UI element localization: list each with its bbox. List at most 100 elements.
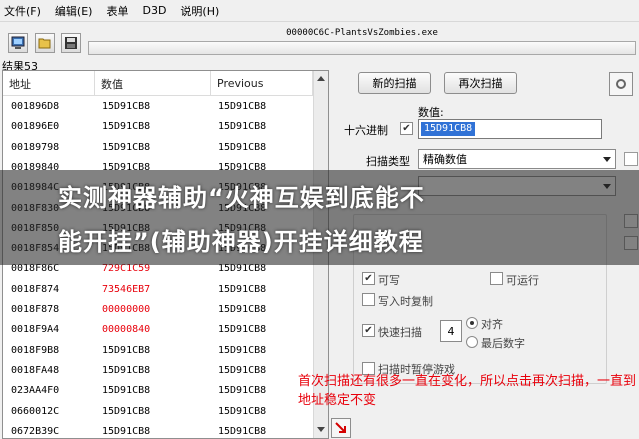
progress-bar xyxy=(88,41,636,55)
floppy-disk-icon xyxy=(65,37,77,49)
row-address: 0018F874 xyxy=(11,283,60,295)
row-address: 001896E0 xyxy=(11,121,60,133)
result-row[interactable]: 0018F9A4 00000840 15D91CB8 xyxy=(3,320,313,340)
add-address-button[interactable] xyxy=(331,418,351,438)
row-address: 0018FA48 xyxy=(11,364,60,376)
next-scan-button[interactable]: 再次扫描 xyxy=(444,72,517,94)
row-value: 00000000 xyxy=(102,304,151,315)
row-previous: 15D91CB8 xyxy=(218,141,267,153)
row-value: 15D91CB8 xyxy=(102,121,151,133)
row-value: 729C1C59 xyxy=(102,263,151,275)
menu-help[interactable]: 说明(H) xyxy=(180,3,219,19)
result-row[interactable]: 0018FA48 15D91CB8 15D91CB8 xyxy=(3,361,313,381)
value-label: 数值: xyxy=(418,106,444,119)
row-previous: 15D91CB8 xyxy=(218,364,267,376)
row-address: 0018F9B8 xyxy=(11,344,60,356)
row-value: 15D91CB8 xyxy=(102,405,151,417)
executable-checkbox[interactable] xyxy=(490,272,503,285)
hex-checkbox[interactable] xyxy=(400,122,413,135)
scroll-down-arrow-icon[interactable] xyxy=(317,427,325,432)
row-value: 73546EB7 xyxy=(102,283,151,295)
row-value: 15D91CB8 xyxy=(102,385,151,397)
row-previous: 15D91CB8 xyxy=(218,405,267,417)
align-radio[interactable] xyxy=(466,317,478,329)
open-file-button[interactable] xyxy=(35,33,55,53)
row-address: 0018F878 xyxy=(11,304,60,315)
menu-d3d[interactable]: D3D xyxy=(142,4,166,17)
scroll-up-arrow-icon[interactable] xyxy=(317,76,325,81)
last-digits-radio[interactable] xyxy=(466,336,478,348)
scan-type-value: 精确数值 xyxy=(423,153,467,166)
overlay-title-line-1: 实测神器辅助“火神互娱到底能不 xyxy=(58,184,425,212)
row-previous: 15D91CB8 xyxy=(218,425,267,437)
copy-on-write-label: 写入时复制 xyxy=(378,295,433,308)
row-address: 001896D8 xyxy=(11,101,60,112)
process-title: 00000C6C-PlantsVsZombies.exe xyxy=(286,28,438,38)
result-row[interactable]: 001896D8 15D91CB8 15D91CB8 xyxy=(3,97,313,117)
computer-icon xyxy=(11,36,25,49)
value-input[interactable]: 15D91CB8 xyxy=(418,119,602,139)
overlay-title-line-2: 能开挂”(辅助神器)开挂详细教程 xyxy=(58,228,424,256)
result-row[interactable]: 0018F874 73546EB7 15D91CB8 xyxy=(3,280,313,300)
result-row[interactable]: 00189798 15D91CB8 15D91CB8 xyxy=(3,138,313,158)
result-row[interactable]: 0672B39C 15D91CB8 15D91CB8 xyxy=(3,422,313,439)
menu-bar: 文件(F) 编辑(E) 表单 D3D 说明(H) xyxy=(0,0,639,22)
executable-label: 可运行 xyxy=(506,274,539,287)
side-checkbox-1[interactable] xyxy=(624,152,638,166)
row-previous: 15D91CB8 xyxy=(218,385,267,397)
row-value: 15D91CB8 xyxy=(102,425,151,437)
row-previous: 15D91CB8 xyxy=(218,324,267,336)
column-header-previous[interactable]: Previous xyxy=(211,71,313,96)
align-label: 对齐 xyxy=(481,318,503,331)
settings-button[interactable] xyxy=(609,72,633,96)
row-address: 0018F9A4 xyxy=(11,324,60,336)
annotation-note: 首次扫描还有很多一直在变化，所以点击再次扫描，一直到地址稳定不变 xyxy=(298,374,637,408)
row-address: 023AA4F0 xyxy=(11,385,60,397)
fast-scan-label: 快速扫描 xyxy=(378,326,422,339)
row-value: 15D91CB8 xyxy=(102,364,151,376)
result-row[interactable]: 023AA4F0 15D91CB8 15D91CB8 xyxy=(3,381,313,401)
result-row[interactable]: 001896E0 15D91CB8 15D91CB8 xyxy=(3,117,313,137)
row-address: 0660012C xyxy=(11,405,60,417)
open-process-button[interactable] xyxy=(8,33,28,53)
scan-type-label: 扫描类型 xyxy=(366,155,410,168)
chevron-down-icon xyxy=(603,157,611,162)
menu-file[interactable]: 文件(F) xyxy=(4,3,41,19)
settings-icon xyxy=(616,79,626,89)
row-address: 00189798 xyxy=(11,141,60,153)
result-row[interactable]: 0660012C 15D91CB8 15D91CB8 xyxy=(3,402,313,422)
writable-label: 可写 xyxy=(378,274,400,287)
hex-label: 十六进制 xyxy=(344,124,388,137)
row-previous: 15D91CB8 xyxy=(218,304,267,315)
fast-scan-alignment-input[interactable]: 4 xyxy=(440,320,462,342)
row-value: 00000840 xyxy=(102,324,151,336)
row-previous: 15D91CB8 xyxy=(218,101,267,112)
row-address: 0018F86C xyxy=(11,263,60,275)
row-value: 15D91CB8 xyxy=(102,344,151,356)
column-header-address[interactable]: 地址 xyxy=(3,71,95,96)
row-value: 15D91CB8 xyxy=(102,101,151,112)
red-arrow-icon xyxy=(335,422,346,433)
column-header-value[interactable]: 数值 xyxy=(95,71,211,96)
result-row[interactable]: 0018F9B8 15D91CB8 15D91CB8 xyxy=(3,341,313,361)
menu-edit[interactable]: 编辑(E) xyxy=(55,3,93,19)
last-digits-label: 最后数字 xyxy=(481,337,525,350)
results-header: 地址 数值 Previous xyxy=(3,71,313,96)
value-input-text: 15D91CB8 xyxy=(421,122,476,136)
menu-table[interactable]: 表单 xyxy=(106,3,128,19)
row-previous: 15D91CB8 xyxy=(218,344,267,356)
row-value: 15D91CB8 xyxy=(102,141,151,153)
row-address: 0672B39C xyxy=(11,425,60,437)
copy-on-write-checkbox[interactable] xyxy=(362,293,375,306)
result-row[interactable]: 0018F878 00000000 15D91CB8 xyxy=(3,300,313,320)
toolbar: 00000C6C-PlantsVsZombies.exe xyxy=(0,24,639,58)
row-previous: 15D91CB8 xyxy=(218,121,267,133)
row-previous: 15D91CB8 xyxy=(218,263,267,275)
row-previous: 15D91CB8 xyxy=(218,283,267,295)
save-button[interactable] xyxy=(61,33,81,53)
fast-scan-checkbox[interactable] xyxy=(362,324,375,337)
folder-open-icon xyxy=(38,38,51,49)
new-scan-button[interactable]: 新的扫描 xyxy=(358,72,431,94)
writable-checkbox[interactable] xyxy=(362,272,375,285)
scan-type-select[interactable]: 精确数值 xyxy=(418,149,616,169)
